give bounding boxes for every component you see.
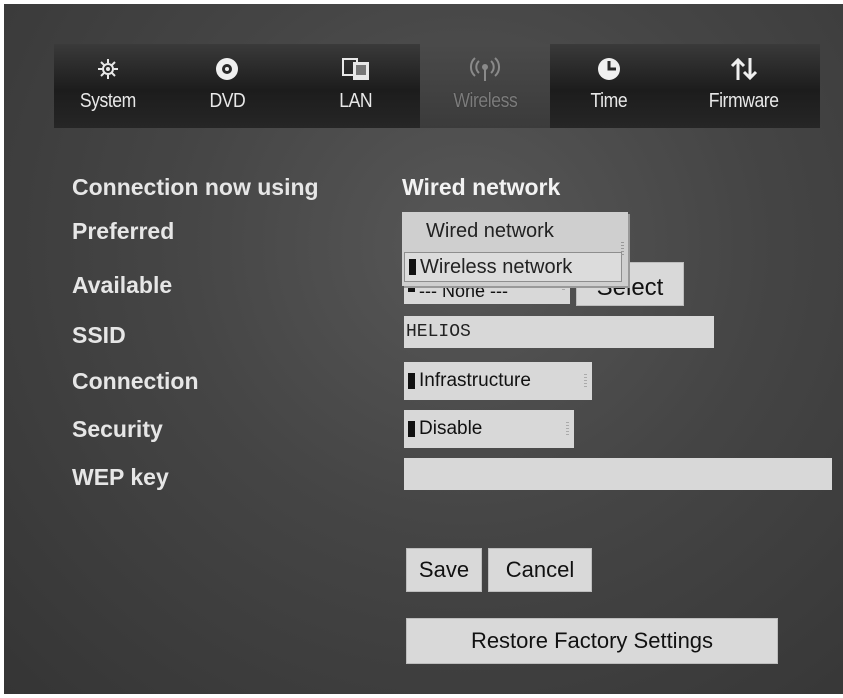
select-marker [408, 421, 415, 437]
connection-mode-label: Connection [72, 368, 199, 394]
gear-icon [96, 54, 120, 84]
tab-label: DVD [209, 90, 245, 112]
wep-key-label: WEP key [72, 464, 169, 490]
available-label: Available [72, 272, 173, 298]
connection-now-using-label: Connection now using [72, 174, 319, 200]
dropdown-option-wired[interactable]: Wired network [426, 220, 652, 243]
tab-system[interactable]: System [54, 44, 162, 128]
preferred-dropdown-menu: Wired network Wireless network [402, 212, 628, 286]
restore-factory-settings-button[interactable]: Restore Factory Settings [406, 618, 778, 664]
firmware-update-icon [729, 54, 759, 84]
dropdown-option-wireless[interactable]: Wireless network [404, 252, 622, 282]
option-label: Wireless network [420, 255, 573, 278]
cancel-button[interactable]: Cancel [488, 548, 592, 592]
connection-mode-select[interactable]: Infrastructure [404, 362, 592, 400]
tab-lan[interactable]: LAN [292, 44, 420, 128]
tab-dvd[interactable]: DVD [162, 44, 292, 128]
lan-icon [341, 54, 371, 84]
security-label: Security [72, 416, 163, 442]
connection-mode-value: Infrastructure [419, 370, 531, 391]
select-marker [408, 373, 415, 389]
tab-wireless[interactable]: Wireless [420, 44, 550, 128]
connection-now-using-value: Wired network [402, 174, 561, 200]
clock-icon [596, 54, 622, 84]
ssid-label: SSID [72, 322, 126, 348]
wep-key-input[interactable] [404, 458, 832, 490]
wireless-icon [468, 54, 502, 84]
tab-label: LAN [339, 90, 373, 112]
tab-time[interactable]: Time [550, 44, 668, 128]
save-button[interactable]: Save [406, 548, 482, 592]
preferred-label: Preferred [72, 218, 175, 244]
tab-label: Wireless [453, 90, 517, 112]
dropdown-grip-icon [621, 242, 624, 256]
select-grip-icon [584, 374, 587, 388]
option-marker [409, 259, 416, 275]
tab-label: Firmware [709, 90, 779, 112]
security-value: Disable [419, 418, 483, 439]
ssid-input[interactable]: HELIOS [404, 316, 714, 348]
tab-firmware[interactable]: Firmware [668, 44, 820, 128]
tab-label: Time [590, 90, 628, 112]
disc-icon [214, 54, 240, 84]
security-select[interactable]: Disable [404, 410, 574, 448]
tab-bar: System DVD LAN Wireless Time Firmware [54, 44, 820, 128]
tab-label: System [79, 90, 137, 112]
settings-screen: System DVD LAN Wireless Time Firmware Co… [4, 4, 843, 694]
select-grip-icon [566, 422, 569, 436]
